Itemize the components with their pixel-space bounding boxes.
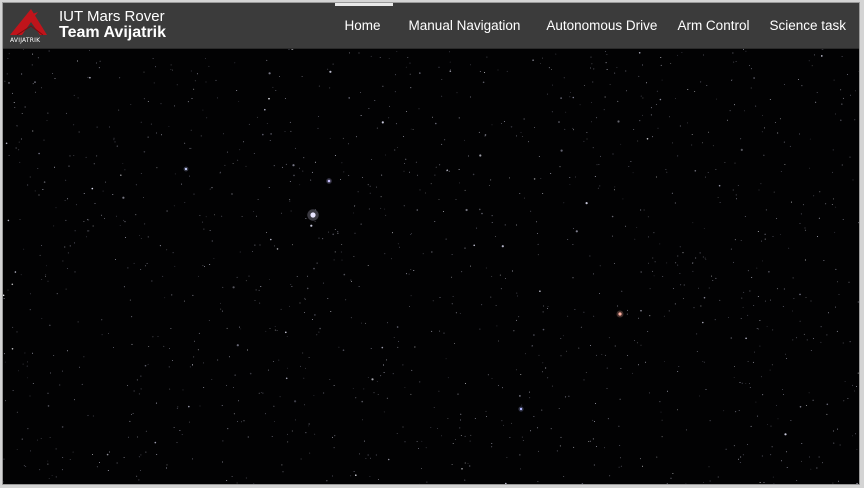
nav-science-task[interactable]: Science task [759, 3, 859, 48]
avijatrik-logo: AVIJATRIK [3, 3, 57, 48]
starfield-background [3, 48, 859, 484]
brand[interactable]: AVIJATRIK IUT Mars Rover Team Avijatrik [3, 3, 166, 48]
brand-title: IUT Mars Rover Team Avijatrik [59, 9, 166, 42]
nav-menu: Home Manual Navigation Autonomous Drive … [329, 3, 859, 48]
brand-name: Team Avijatrik [59, 23, 167, 41]
nav-autonomous-drive[interactable]: Autonomous Drive [534, 3, 667, 48]
app-window: AVIJATRIK IUT Mars Rover Team Avijatrik … [2, 2, 860, 485]
starfield-image [3, 48, 859, 484]
nav-manual-navigation[interactable]: Manual Navigation [399, 3, 535, 48]
logo-text: AVIJATRIK [10, 37, 41, 44]
nav-arm-control[interactable]: Arm Control [667, 3, 759, 48]
nav-home[interactable]: Home [329, 3, 399, 48]
top-navbar: AVIJATRIK IUT Mars Rover Team Avijatrik … [3, 3, 859, 49]
brand-subtitle: IUT Mars Rover [59, 8, 165, 26]
